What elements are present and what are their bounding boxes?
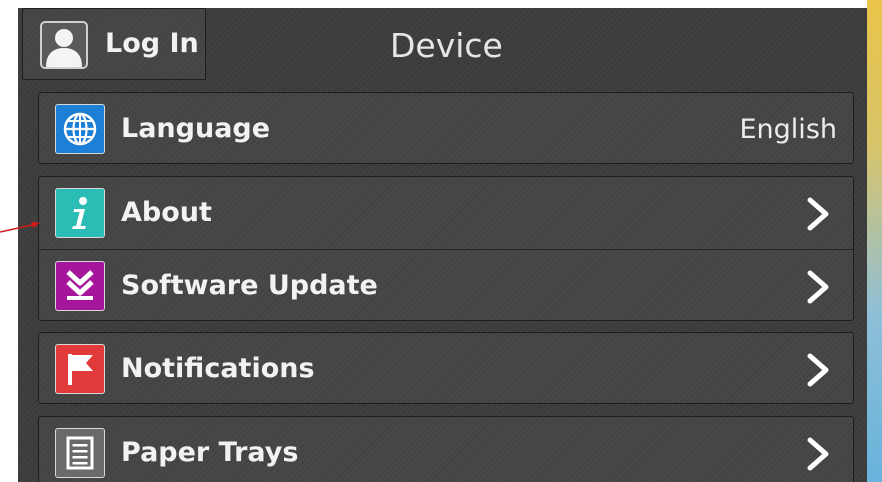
user-icon <box>40 21 88 69</box>
language-label: Language <box>121 113 271 144</box>
login-label: Log In <box>105 28 199 59</box>
about-label: About <box>121 197 212 228</box>
flag-icon <box>55 344 105 394</box>
notifications-group: Notifications <box>38 332 854 404</box>
background-strip <box>867 0 882 482</box>
screen: Log In Device Language English About Sof… <box>0 0 882 482</box>
globe-icon <box>55 104 105 154</box>
chevron-right-icon <box>807 437 829 471</box>
pointer-arrow-icon <box>0 221 40 233</box>
paper-trays-row[interactable]: Paper Trays <box>39 417 853 482</box>
chevron-right-icon <box>807 197 829 231</box>
info-icon <box>55 188 105 238</box>
software-update-label: Software Update <box>121 270 378 301</box>
page-title: Device <box>390 26 503 65</box>
info-group: About Software Update <box>38 176 854 321</box>
paper-trays-group: Paper Trays <box>38 416 854 482</box>
paper-tray-icon <box>55 428 105 478</box>
chevron-right-icon <box>807 270 829 304</box>
notifications-row[interactable]: Notifications <box>39 333 853 405</box>
language-group: Language English <box>38 92 854 164</box>
paper-trays-label: Paper Trays <box>121 437 299 468</box>
language-value: English <box>739 114 838 145</box>
language-row[interactable]: Language English <box>39 93 853 165</box>
download-icon <box>55 261 105 311</box>
software-update-row[interactable]: Software Update <box>39 249 853 321</box>
login-button[interactable]: Log In <box>22 8 206 80</box>
notifications-label: Notifications <box>121 353 315 384</box>
chevron-right-icon <box>807 353 829 387</box>
about-row[interactable]: About <box>39 177 853 249</box>
